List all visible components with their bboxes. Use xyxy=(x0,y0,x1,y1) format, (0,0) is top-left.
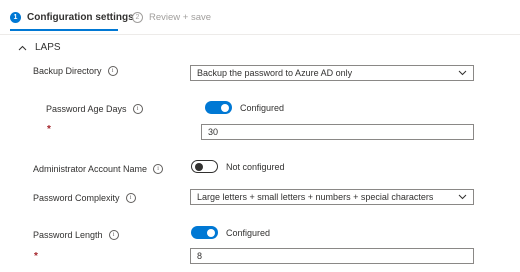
toggle-label: Not configured xyxy=(226,161,285,172)
step-review-save[interactable]: 2 Review + save xyxy=(132,12,211,23)
toggle-switch[interactable] xyxy=(191,226,218,239)
info-icon[interactable]: i xyxy=(107,66,118,76)
toggle-label: Configured xyxy=(226,227,271,238)
chevron-down-icon xyxy=(457,192,467,202)
label-text: Password Length xyxy=(33,230,103,240)
toggle-label: Configured xyxy=(240,102,285,113)
password-complexity-label: Password Complexity i xyxy=(33,193,136,203)
chevron-down-icon xyxy=(457,68,467,78)
password-complexity-dropdown[interactable]: Large letters + small letters + numbers … xyxy=(190,189,474,205)
step-1-badge: 1 xyxy=(10,12,21,23)
password-age-days-toggle[interactable]: Configured xyxy=(205,101,284,114)
toggle-switch[interactable] xyxy=(191,160,218,173)
administrator-account-name-toggle[interactable]: Not configured xyxy=(191,160,285,173)
step-label: Review + save xyxy=(149,12,212,23)
password-age-days-label: Password Age Days i xyxy=(46,104,143,114)
password-length-input[interactable] xyxy=(190,248,474,264)
administrator-account-name-label: Administrator Account Name i xyxy=(33,164,164,174)
chevron-up-icon xyxy=(18,43,27,53)
password-age-days-input[interactable] xyxy=(201,124,474,140)
dropdown-value: Backup the password to Azure AD only xyxy=(197,68,353,78)
step-label: Configuration settings xyxy=(27,12,134,23)
label-text: Password Age Days xyxy=(46,104,127,114)
backup-directory-dropdown[interactable]: Backup the password to Azure AD only xyxy=(190,65,474,81)
required-indicator: * xyxy=(34,251,38,262)
info-icon[interactable]: i xyxy=(108,230,119,240)
label-text: Administrator Account Name xyxy=(33,164,148,174)
backup-directory-label: Backup Directory i xyxy=(33,66,118,76)
section-title: LAPS xyxy=(35,42,61,53)
password-length-toggle[interactable]: Configured xyxy=(191,226,270,239)
header-divider xyxy=(0,34,520,35)
toggle-switch[interactable] xyxy=(205,101,232,114)
active-step-underline xyxy=(10,29,118,31)
info-icon[interactable]: i xyxy=(125,193,136,203)
step-2-badge: 2 xyxy=(132,12,143,23)
section-header-laps[interactable]: LAPS xyxy=(18,42,61,53)
password-length-label: Password Length i xyxy=(33,230,119,240)
info-icon[interactable]: i xyxy=(132,104,143,114)
label-text: Password Complexity xyxy=(33,193,120,203)
step-configuration-settings[interactable]: 1 Configuration settings xyxy=(10,12,134,23)
label-text: Backup Directory xyxy=(33,66,102,76)
info-icon[interactable]: i xyxy=(153,164,164,174)
required-indicator: * xyxy=(47,124,51,135)
dropdown-value: Large letters + small letters + numbers … xyxy=(197,192,434,202)
